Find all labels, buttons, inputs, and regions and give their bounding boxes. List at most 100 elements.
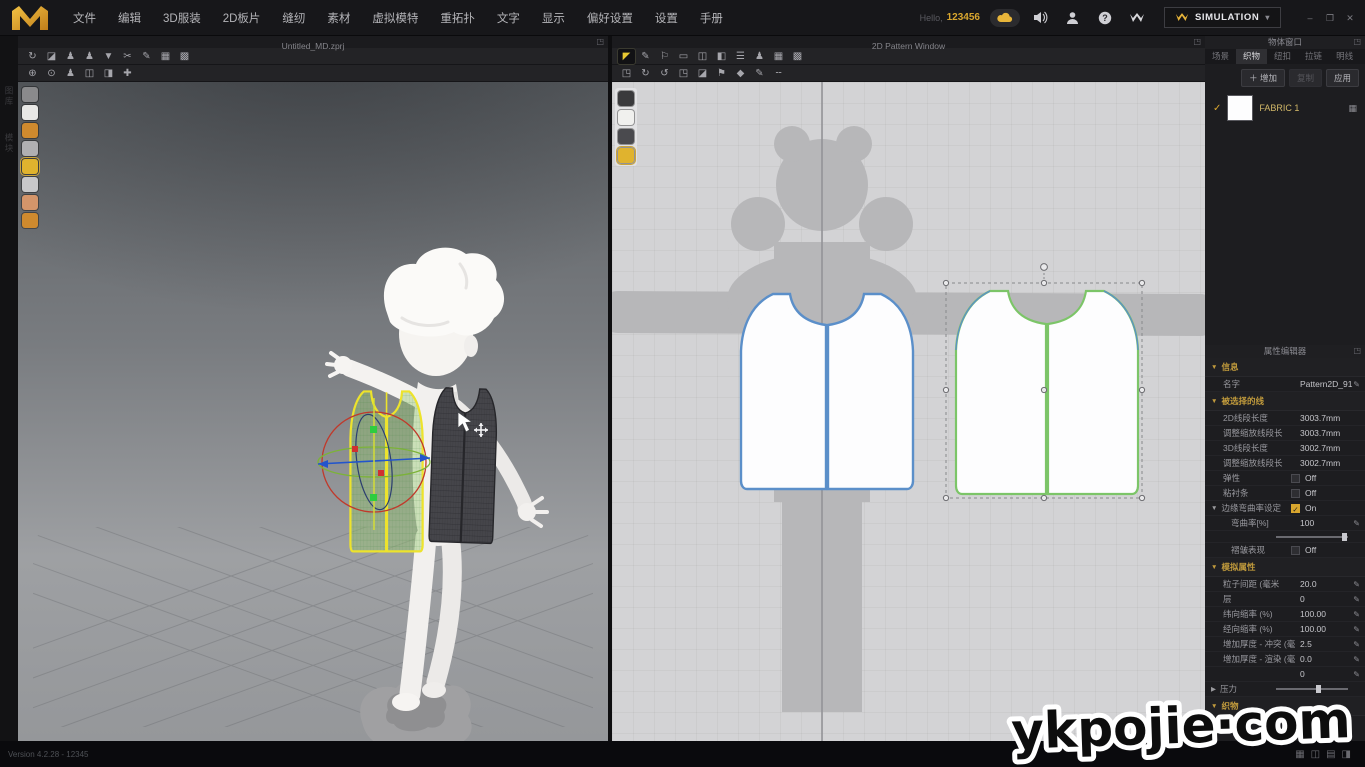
show-avatar-silhouette-icon[interactable]: ♟: [751, 49, 768, 64]
add-point-icon[interactable]: ⊕: [24, 66, 41, 81]
edit-pattern-icon[interactable]: ✎: [637, 49, 654, 64]
footer-panel-icon[interactable]: ◫: [1311, 749, 1320, 760]
wrinkle-checkbox[interactable]: [1291, 546, 1300, 555]
canvas-3d[interactable]: [18, 82, 608, 741]
menu-item[interactable]: 手册: [689, 6, 734, 30]
expand-object-window-icon[interactable]: ◳: [1353, 36, 1361, 48]
collapse-icon[interactable]: ▼: [1211, 505, 1217, 512]
rectangle-tool-icon[interactable]: ▭: [675, 49, 692, 64]
expand-icon[interactable]: ▶: [1211, 685, 1216, 693]
cut-tool-icon[interactable]: ✂: [119, 49, 136, 64]
transform-pattern-icon[interactable]: ◤: [618, 49, 635, 64]
expand-property-editor-icon[interactable]: ◳: [1353, 345, 1361, 357]
bonding-checkbox[interactable]: [1291, 489, 1300, 498]
rotate-view-icon[interactable]: ↻: [24, 49, 41, 64]
expand-2d-icon[interactable]: ◳: [1193, 36, 1201, 48]
pattern-name-value[interactable]: Pattern2D_91: [1300, 379, 1350, 389]
cloth-piece-icon[interactable]: [22, 177, 38, 192]
collapsed-panel-tab[interactable]: 图库: [3, 86, 15, 107]
edit-pencil-icon[interactable]: ✎: [1350, 610, 1360, 619]
md-crown-icon[interactable]: [1126, 9, 1148, 27]
target-icon[interactable]: ⊙: [43, 66, 60, 81]
pressure-value[interactable]: 0: [1300, 669, 1350, 679]
white-cloth-icon[interactable]: [22, 105, 38, 120]
shirt-white-icon[interactable]: [618, 110, 634, 125]
grading-icon[interactable]: ✎: [751, 66, 768, 81]
object-tab[interactable]: 明线: [1329, 49, 1360, 64]
info-sphere-icon[interactable]: [618, 129, 634, 144]
fabric-grid-icon[interactable]: ▦: [1348, 103, 1357, 114]
slider-handle[interactable]: [1342, 533, 1347, 541]
edit-pencil-icon[interactable]: ✎: [1350, 625, 1360, 634]
menu-item[interactable]: 偏好设置: [576, 6, 644, 30]
edit-pencil-icon[interactable]: ✎: [1350, 595, 1360, 604]
menu-item[interactable]: 素材: [316, 6, 361, 30]
menu-item[interactable]: 编辑: [107, 6, 152, 30]
apply-fabric-button[interactable]: 应用: [1326, 69, 1359, 87]
object-tab[interactable]: 拉链: [1298, 49, 1329, 64]
object-tab[interactable]: 纽扣: [1267, 49, 1298, 64]
avatar-mesh-icon[interactable]: ♟: [62, 66, 79, 81]
expand-3d-icon[interactable]: ◳: [596, 36, 604, 48]
edit-pencil-icon[interactable]: ✎: [1350, 580, 1360, 589]
cloud-sync-icon[interactable]: [990, 9, 1020, 27]
slider-handle[interactable]: [1316, 685, 1321, 693]
segment-sew-icon[interactable]: ◳: [618, 66, 635, 81]
grid-2d-icon[interactable]: ▦: [770, 49, 787, 64]
menu-item[interactable]: 3D服装: [152, 6, 212, 30]
edit-pencil-icon[interactable]: ✎: [1350, 380, 1360, 389]
speaker-icon[interactable]: [1030, 9, 1052, 27]
simulation-button[interactable]: SIMULATION ▾: [1164, 7, 1281, 28]
folded-yellow-icon[interactable]: [618, 148, 634, 163]
menu-item[interactable]: 文件: [62, 6, 107, 30]
fabric-swatch[interactable]: [1227, 95, 1253, 121]
copy-fabric-button[interactable]: 复制: [1289, 69, 1322, 87]
grid-2d-dense-icon[interactable]: ▩: [789, 49, 806, 64]
menu-item[interactable]: 设置: [644, 6, 689, 30]
folded-cloth-icon[interactable]: [22, 159, 38, 174]
grid-icon[interactable]: ▦: [157, 49, 174, 64]
show-avatar-icon[interactable]: ♟: [62, 49, 79, 64]
sphere-icon[interactable]: [22, 213, 38, 228]
menu-item[interactable]: 显示: [531, 6, 576, 30]
section-simulation[interactable]: ▼ 模拟属性: [1205, 558, 1365, 577]
menu-item[interactable]: 虚拟模特: [361, 6, 429, 30]
viewport-layout-icon[interactable]: ◪: [43, 49, 60, 64]
curve-edit-icon[interactable]: ⚐: [656, 49, 673, 64]
pattern-3d-selected[interactable]: [350, 391, 422, 551]
move-gizmo-icon[interactable]: ✚: [119, 66, 136, 81]
pen-dark-icon[interactable]: [618, 91, 634, 106]
edit-pencil-icon[interactable]: ✎: [1350, 655, 1360, 664]
edit-pencil-icon[interactable]: ✎: [1350, 640, 1360, 649]
menu-item[interactable]: 重拓扑: [429, 6, 486, 30]
menu-item[interactable]: 文字: [486, 6, 531, 30]
avatar-gray-icon[interactable]: [22, 141, 38, 156]
section-fabric[interactable]: ▼ 织物: [1205, 697, 1365, 716]
fabric-check-icon[interactable]: ✓: [1213, 103, 1221, 114]
canvas-2d[interactable]: [612, 82, 1205, 741]
show-garment-icon[interactable]: [22, 87, 38, 102]
pressure-slider[interactable]: [1276, 688, 1348, 690]
avatar-pose-icon[interactable]: ♟: [81, 49, 98, 64]
avatar-skin-icon[interactable]: [22, 195, 38, 210]
pattern-orange-icon[interactable]: [22, 123, 38, 138]
texture-edit-icon[interactable]: ◆: [732, 66, 749, 81]
section-info[interactable]: ▼ 信息: [1205, 358, 1365, 377]
show-garment-2d-icon[interactable]: ⚑: [713, 66, 730, 81]
polygon-tool-icon[interactable]: ◫: [694, 49, 711, 64]
pen-3d-tool-icon[interactable]: ✎: [138, 49, 155, 64]
fold-arrange-icon[interactable]: ◪: [694, 66, 711, 81]
curvature-value[interactable]: 100: [1300, 518, 1350, 528]
dart-tool-icon[interactable]: ◧: [713, 49, 730, 64]
free-sew-icon[interactable]: ↻: [637, 66, 654, 81]
edit-pencil-icon[interactable]: ✎: [1350, 519, 1360, 528]
restore-button[interactable]: ❐: [1321, 10, 1339, 26]
elastic-checkbox[interactable]: [1291, 474, 1300, 483]
object-tab[interactable]: 场景: [1205, 49, 1236, 64]
footer-grid-icon[interactable]: ▦: [1295, 749, 1304, 760]
footer-rows-icon[interactable]: ▤: [1326, 749, 1335, 760]
m-n-sew-icon[interactable]: ↺: [656, 66, 673, 81]
edit-sew-icon[interactable]: ◳: [675, 66, 692, 81]
object-tab[interactable]: 织物: [1236, 49, 1267, 64]
baseline-tool-icon[interactable]: ╌: [770, 66, 787, 81]
